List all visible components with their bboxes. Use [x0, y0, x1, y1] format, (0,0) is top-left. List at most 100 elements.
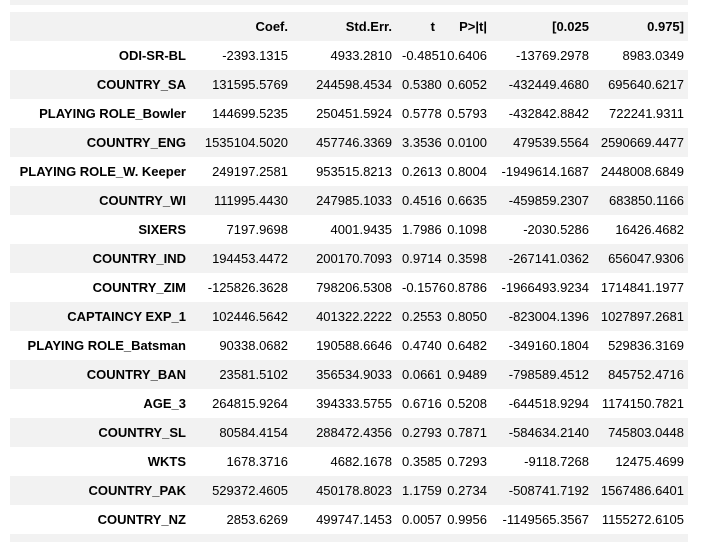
cell-ci-lower: -9118.7268: [491, 447, 593, 476]
cell-coef: 194453.4472: [196, 244, 292, 273]
table-row: PLAYING ROLE_W. Keeper 249197.2581 953515.…: [10, 157, 688, 186]
cell-std-err: 356534.9033: [292, 360, 396, 389]
clipped-row-above: [10, 0, 688, 5]
cell-p-value: 0.3598: [439, 244, 491, 273]
table-row: COUNTRY_PAK 529372.4605 450178.8023 1.1759 0…: [10, 476, 688, 505]
cell-std-err: 953515.8213: [292, 157, 396, 186]
cell-coef: 249197.2581: [196, 157, 292, 186]
row-label: ODI-SR-BL: [10, 41, 196, 70]
cell-coef: 131595.5769: [196, 70, 292, 99]
cell-p-value: 0.5208: [439, 389, 491, 418]
cell-t: 0.0661: [396, 360, 442, 389]
row-label: PLAYING ROLE_W. Keeper: [10, 157, 196, 186]
row-label: COUNTRY_IND: [10, 244, 196, 273]
cell-coef: -152.9691: [196, 534, 292, 542]
cell-t: 1.1759: [396, 476, 442, 505]
cell-ci-lower: -13769.2978: [491, 41, 593, 70]
row-label: COUNTRY_SL: [10, 418, 196, 447]
cell-p-value: 0.5793: [439, 99, 491, 128]
cell-std-err: 900.6347: [292, 534, 396, 542]
column-header-std-err: Std.Err.: [292, 12, 396, 41]
cell-ci-lower: -2229.8365: [491, 534, 593, 542]
cell-coef: 529372.4605: [196, 476, 292, 505]
cell-ci-lower: -2030.5286: [491, 215, 593, 244]
cell-coef: 102446.5642: [196, 302, 292, 331]
cell-p-value: 0.8693: [439, 534, 491, 542]
cell-p-value: 0.0100: [439, 128, 491, 157]
column-header-ci-lower: [0.025: [491, 12, 593, 41]
cell-coef: 90338.0682: [196, 331, 292, 360]
cell-p-value: 0.8050: [439, 302, 491, 331]
table-row: COUNTRY_IND 194453.4472 200170.7093 0.9714 0…: [10, 244, 688, 273]
column-header-ci-upper: 0.975]: [593, 12, 688, 41]
row-label: ODI-WKTS: [10, 534, 196, 542]
table-row: COUNTRY_WI 111995.4430 247985.1033 0.4516 0.…: [10, 186, 688, 215]
cell-t: 0.3585: [396, 447, 442, 476]
cell-ci-lower: -349160.1804: [491, 331, 593, 360]
cell-ci-upper: 1155272.6105: [593, 505, 688, 534]
cell-coef: -2393.1315: [196, 41, 292, 70]
row-label: COUNTRY_ENG: [10, 128, 196, 157]
cell-t: 0.2613: [396, 157, 442, 186]
cell-t: -0.1698: [396, 534, 446, 542]
row-label: PLAYING ROLE_Bowler: [10, 99, 196, 128]
cell-t: 1.7986: [396, 215, 442, 244]
cell-ci-upper: 683850.1166: [593, 186, 688, 215]
cell-p-value: 0.6406: [439, 41, 491, 70]
cell-t: 0.4516: [396, 186, 442, 215]
cell-ci-lower: -644518.9294: [491, 389, 593, 418]
cell-p-value: 0.6052: [439, 70, 491, 99]
table-body: ODI-SR-BL -2393.1315 4933.2810 -0.4851 0.640…: [10, 41, 688, 542]
cell-ci-lower: -508741.7192: [491, 476, 593, 505]
cell-p-value: 0.9489: [439, 360, 491, 389]
cell-coef: 144699.5235: [196, 99, 292, 128]
table-header: Coef. Std.Err. t P>|t| [0.025 0.975]: [10, 12, 688, 41]
cell-std-err: 499747.1453: [292, 505, 396, 534]
column-header-coef: Coef.: [196, 12, 292, 41]
table-row: ODI-SR-BL -2393.1315 4933.2810 -0.4851 0.640…: [10, 41, 688, 70]
cell-ci-upper: 1027897.2681: [593, 302, 688, 331]
cell-std-err: 250451.5924: [292, 99, 396, 128]
table-row: COUNTRY_SL 80584.4154 288472.4356 0.2793 0.7…: [10, 418, 688, 447]
regression-table-viewport: Coef. Std.Err. t P>|t| [0.025 0.975] ODI…: [0, 0, 705, 542]
cell-ci-upper: 722241.9311: [593, 99, 688, 128]
cell-p-value: 0.2734: [439, 476, 491, 505]
cell-std-err: 200170.7093: [292, 244, 396, 273]
cell-std-err: 244598.4534: [292, 70, 396, 99]
cell-ci-lower: -432842.8842: [491, 99, 593, 128]
cell-std-err: 394333.5755: [292, 389, 396, 418]
cell-std-err: 401322.2222: [292, 302, 396, 331]
cell-p-value: 0.7871: [439, 418, 491, 447]
row-label: CAPTAINCY EXP_1: [10, 302, 196, 331]
row-label: SIXERS: [10, 215, 196, 244]
cell-p-value: 0.9956: [439, 505, 491, 534]
table-row: WKTS 1678.3716 4682.1678 0.3585 0.7293 -9118.…: [10, 447, 688, 476]
row-label: COUNTRY_ZIM: [10, 273, 196, 302]
cell-coef: 23581.5102: [196, 360, 292, 389]
cell-std-err: 798206.5308: [292, 273, 396, 302]
cell-ci-lower: -432449.4680: [491, 70, 593, 99]
cell-std-err: 4001.9435: [292, 215, 396, 244]
row-label: PLAYING ROLE_Batsman: [10, 331, 196, 360]
row-label: COUNTRY_WI: [10, 186, 196, 215]
cell-ci-lower: -823004.1396: [491, 302, 593, 331]
cell-coef: 264815.9264: [196, 389, 292, 418]
cell-ci-upper: 845752.4716: [593, 360, 688, 389]
cell-ci-upper: 695640.6217: [593, 70, 688, 99]
cell-p-value: 0.8004: [439, 157, 491, 186]
table-row: COUNTRY_ENG 1535104.5020 457746.3369 3.3536…: [10, 128, 688, 157]
table-row: COUNTRY_SA 131595.5769 244598.4534 0.5380 0.…: [10, 70, 688, 99]
cell-std-err: 4933.2810: [292, 41, 396, 70]
cell-p-value: 0.7293: [439, 447, 491, 476]
cell-coef: 111995.4430: [196, 186, 292, 215]
cell-t: 0.6716: [396, 389, 442, 418]
cell-ci-lower: -267141.0362: [491, 244, 593, 273]
cell-p-value: 0.8786: [439, 273, 491, 302]
cell-ci-lower: -798589.4512: [491, 360, 593, 389]
cell-ci-upper: 8983.0349: [593, 41, 688, 70]
cell-ci-upper: 16426.4682: [593, 215, 688, 244]
cell-ci-upper: 656047.9306: [593, 244, 688, 273]
cell-ci-upper: 1567486.6401: [593, 476, 688, 505]
cell-t: 0.0057: [396, 505, 442, 534]
cell-ci-upper: 12475.4699: [593, 447, 688, 476]
